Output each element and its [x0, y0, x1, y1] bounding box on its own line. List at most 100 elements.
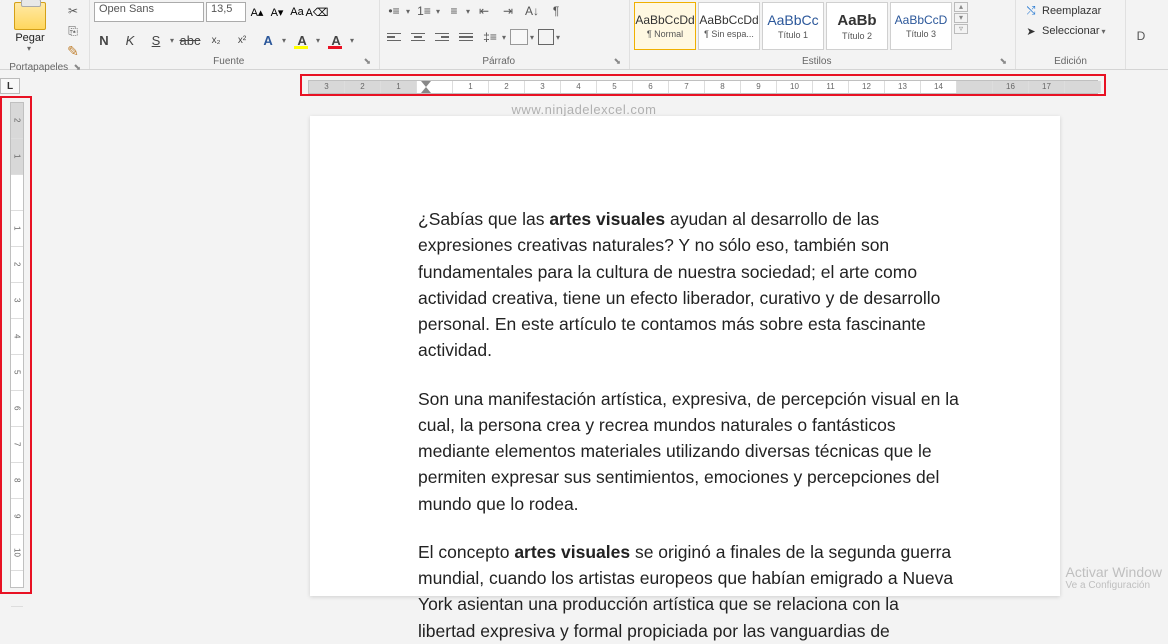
paste-button[interactable]: Pegar ▾ — [4, 2, 56, 53]
styles-gallery-scroll[interactable]: ▴▾▿ — [954, 2, 968, 34]
ruler-tick: 2 — [11, 247, 23, 283]
style-no-spacing[interactable]: AaBbCcDd ¶ Sin espa... — [698, 2, 760, 50]
format-painter-button[interactable]: ✎ — [62, 42, 84, 60]
chevron-down-icon[interactable]: ▾ — [170, 36, 174, 45]
subscript-button[interactable]: x₂ — [206, 30, 226, 50]
paste-label: Pegar — [15, 32, 44, 44]
ribbon: Pegar ▾ ✂ ⎘ ✎ Portapapeles⬊ Open Sans 13… — [0, 0, 1168, 70]
ruler-tick — [1065, 81, 1101, 93]
dialog-launcher-icon[interactable]: ⬊ — [999, 56, 1011, 67]
highlight-button[interactable]: A — [292, 30, 312, 50]
font-color-button[interactable]: A — [326, 30, 346, 50]
style-preview: AaBbCcDd — [699, 13, 758, 27]
tab-selector[interactable]: L — [0, 78, 20, 94]
group-dictate: D — [1126, 0, 1156, 69]
dialog-launcher-icon[interactable]: ⬊ — [613, 56, 625, 67]
align-left-button[interactable] — [384, 28, 404, 46]
style-heading2[interactable]: AaBb Título 2 — [826, 2, 888, 50]
dialog-launcher-icon[interactable]: ⬊ — [73, 62, 85, 73]
ruler-tick — [11, 571, 23, 607]
ruler-tick: 3 — [11, 283, 23, 319]
superscript-button[interactable]: x² — [232, 30, 252, 50]
paragraph-3: El concepto artes visuales se originó a … — [418, 539, 960, 644]
ruler-tick: 4 — [11, 319, 23, 355]
ruler-tick: 2 — [345, 81, 381, 93]
ruler-tick: 16 — [993, 81, 1029, 93]
dictate-button[interactable]: D — [1137, 29, 1146, 43]
bold-button[interactable]: N — [94, 30, 114, 50]
ruler-tick: 6 — [633, 81, 669, 93]
ruler-tick: 5 — [597, 81, 633, 93]
cursor-icon: ➤ — [1024, 24, 1038, 38]
ruler-tick: 14 — [921, 81, 957, 93]
text: El concepto — [418, 542, 514, 562]
align-justify-button[interactable] — [456, 28, 476, 46]
bullets-button[interactable]: •≡ — [384, 2, 404, 20]
change-case-button[interactable]: Aa — [288, 2, 306, 22]
clipboard-icon — [14, 2, 46, 30]
chevron-down-icon: ▾ — [1101, 27, 1105, 36]
select-button[interactable]: ➤Seleccionar ▾ — [1020, 22, 1110, 40]
ruler-tick: 11 — [813, 81, 849, 93]
multilevel-button[interactable]: ≡ — [444, 2, 464, 20]
borders-button[interactable] — [538, 29, 554, 45]
text-effects-button[interactable]: A — [258, 30, 278, 50]
text-bold: artes visuales — [549, 209, 665, 229]
numbering-button[interactable]: 1≡ — [414, 2, 434, 20]
align-right-button[interactable] — [432, 28, 452, 46]
group-font-label: Fuente — [213, 56, 244, 67]
vertical-ruler[interactable]: 2112345678910 — [0, 96, 32, 594]
copy-button[interactable]: ⎘ — [62, 22, 84, 40]
ruler-tick: 5 — [11, 355, 23, 391]
show-marks-button[interactable]: ¶ — [546, 2, 566, 20]
ruler-tick — [957, 81, 993, 93]
style-heading3[interactable]: AaBbCcD Título 3 — [890, 2, 952, 50]
ruler-tick: 17 — [1029, 81, 1065, 93]
chevron-down-icon[interactable]: ▾ — [282, 36, 286, 45]
ruler-tick: 2 — [11, 103, 23, 139]
shading-button[interactable] — [510, 29, 528, 45]
document-page[interactable]: ¿Sabías que las artes visuales ayudan al… — [310, 116, 1060, 596]
text-bold: artes visuales — [514, 542, 630, 562]
text: ¿Sabías que las — [418, 209, 549, 229]
sort-button[interactable]: A↓ — [522, 2, 542, 20]
decrease-font-button[interactable]: A▾ — [268, 2, 286, 22]
group-clipboard: Pegar ▾ ✂ ⎘ ✎ Portapapeles⬊ — [0, 0, 90, 69]
horizontal-ruler[interactable]: 32112345678910111213141617 — [300, 74, 1106, 96]
group-paragraph: •≡▾ 1≡▾ ≡▾ ⇤ ⇥ A↓ ¶ ‡≡▾ ▾ ▾ Párrafo⬊ — [380, 0, 630, 69]
chevron-down-icon[interactable]: ▾ — [316, 36, 320, 45]
increase-font-button[interactable]: A▴ — [248, 2, 266, 22]
ruler-tick: 10 — [777, 81, 813, 93]
ruler-tick: 9 — [11, 499, 23, 535]
strike-button[interactable]: abc — [180, 30, 200, 50]
ruler-tick: 8 — [705, 81, 741, 93]
ruler-tick: 3 — [525, 81, 561, 93]
ruler-tick: 7 — [11, 427, 23, 463]
ruler-tick: 7 — [669, 81, 705, 93]
activation-line1: Activar Window — [1066, 564, 1162, 580]
style-normal[interactable]: AaBbCcDd ¶ Normal — [634, 2, 696, 50]
chevron-down-icon[interactable]: ▾ — [350, 36, 354, 45]
group-editing-label: Edición — [1054, 56, 1087, 67]
clear-format-button[interactable]: A⌫ — [308, 2, 326, 22]
underline-button[interactable]: S — [146, 30, 166, 50]
cut-button[interactable]: ✂ — [62, 2, 84, 20]
align-center-button[interactable] — [408, 28, 428, 46]
font-size-select[interactable]: 13,5 — [206, 2, 246, 22]
line-spacing-button[interactable]: ‡≡ — [480, 28, 500, 46]
style-name: Título 3 — [906, 29, 936, 39]
decrease-indent-button[interactable]: ⇤ — [474, 2, 494, 20]
style-preview: AaBbCcD — [895, 13, 948, 27]
font-name-select[interactable]: Open Sans — [94, 2, 204, 22]
ruler-tick: 13 — [885, 81, 921, 93]
ruler-tick: 1 — [381, 81, 417, 93]
chevron-down-icon: ▾ — [27, 44, 31, 53]
italic-button[interactable]: K — [120, 30, 140, 50]
replace-button[interactable]: ⤭Reemplazar — [1020, 2, 1105, 20]
style-heading1[interactable]: AaBbCc Título 1 — [762, 2, 824, 50]
dialog-launcher-icon[interactable]: ⬊ — [363, 56, 375, 67]
ruler-tick: 10 — [11, 535, 23, 571]
group-clipboard-label: Portapapeles — [9, 62, 68, 73]
paragraph-2: Son una manifestación artística, expresi… — [418, 386, 960, 517]
increase-indent-button[interactable]: ⇥ — [498, 2, 518, 20]
